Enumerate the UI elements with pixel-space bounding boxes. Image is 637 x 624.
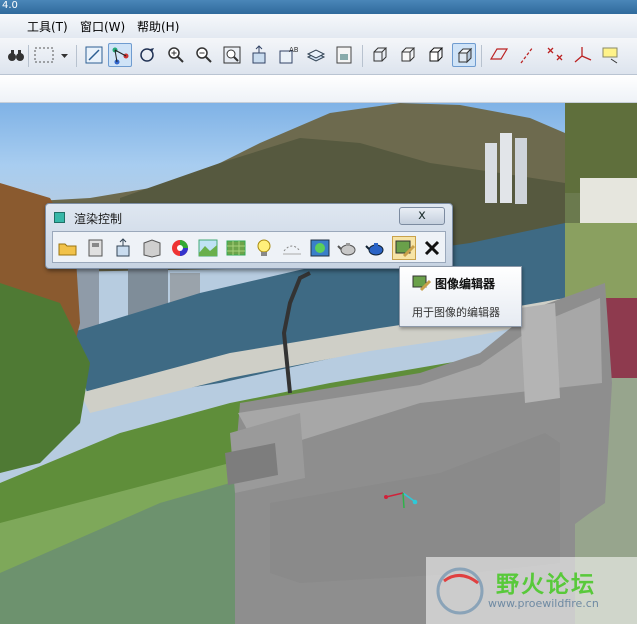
image-editor-icon xyxy=(412,274,432,295)
wireframe-icon[interactable] xyxy=(368,43,392,67)
tooltip-title: 图像编辑器 xyxy=(435,277,496,291)
watermark-logo-icon xyxy=(436,567,484,615)
scene-icon[interactable] xyxy=(84,236,108,260)
menu-tools[interactable]: 工具(T) xyxy=(27,18,68,35)
menu-window[interactable]: 窗口(W) xyxy=(80,18,125,35)
watermark-text: 野火论坛 xyxy=(496,572,596,598)
zoom-in-icon[interactable] xyxy=(164,43,188,67)
zoom-window-icon[interactable] xyxy=(220,43,244,67)
refit-view-icon[interactable] xyxy=(82,43,106,67)
panel-close-button[interactable]: x xyxy=(399,207,445,225)
watermark-url: www.proewildfire.cn xyxy=(488,597,599,610)
model-viewport[interactable]: 野火论坛 www.proewildfire.cn xyxy=(0,103,637,624)
room-icon[interactable] xyxy=(140,236,164,260)
reorient-icon[interactable] xyxy=(136,43,160,67)
texture-map-icon[interactable] xyxy=(224,236,248,260)
image-editor-tooltip: 图像编辑器 用于图像的编辑器 xyxy=(399,266,522,327)
svg-text:AB: AB xyxy=(289,46,298,54)
menu-help[interactable]: 帮助(H) xyxy=(137,18,179,35)
image-editor-icon[interactable] xyxy=(392,236,416,260)
annotation-icon[interactable] xyxy=(599,43,623,67)
open-folder-icon[interactable] xyxy=(56,236,80,260)
datum-plane-icon[interactable] xyxy=(487,43,511,67)
window-title: 4.0 xyxy=(2,0,18,11)
zoom-out-icon[interactable] xyxy=(192,43,216,67)
datum-axis-icon[interactable] xyxy=(515,43,539,67)
coordinate-system-icon[interactable] xyxy=(571,43,595,67)
selection-box-icon[interactable] xyxy=(31,43,59,67)
panel-title: 渲染控制 xyxy=(74,212,123,226)
import-icon[interactable] xyxy=(112,236,136,260)
render-tools-bar xyxy=(52,231,446,263)
menu-bar: 工具(T) 窗口(W) 帮助(H) xyxy=(0,14,637,39)
binoculars-icon[interactable] xyxy=(4,43,28,67)
light-bulb-icon[interactable] xyxy=(252,236,276,260)
hidden-line-icon[interactable] xyxy=(396,43,420,67)
render-control-panel: 渲染控制 x xyxy=(45,203,453,269)
no-hidden-icon[interactable] xyxy=(424,43,448,67)
effects-icon[interactable] xyxy=(308,236,332,260)
background-scene xyxy=(0,103,637,624)
forum-watermark: 野火论坛 www.proewildfire.cn xyxy=(426,557,637,624)
view-manager-icon[interactable] xyxy=(248,43,272,67)
close-x-icon[interactable] xyxy=(420,236,444,260)
teapot-icon[interactable] xyxy=(336,236,360,260)
shading-icon[interactable] xyxy=(452,43,476,67)
blue-teapot-icon[interactable] xyxy=(364,236,388,260)
datum-point-icon[interactable] xyxy=(543,43,567,67)
fog-icon[interactable] xyxy=(280,236,304,260)
landscape-icon[interactable] xyxy=(196,236,220,260)
tooltip-description: 用于图像的编辑器 xyxy=(412,306,500,319)
main-toolbar: AB xyxy=(0,38,637,75)
title-bar: 4.0 xyxy=(0,0,637,14)
panel-window-icon xyxy=(54,212,65,223)
status-strip xyxy=(0,75,637,103)
dropdown-arrow-icon[interactable] xyxy=(58,43,70,67)
saved-views-icon[interactable]: AB xyxy=(276,43,300,67)
save-view-icon[interactable] xyxy=(332,43,356,67)
spin-center-icon[interactable] xyxy=(108,43,132,67)
color-wheel-icon[interactable] xyxy=(168,236,192,260)
layers-icon[interactable] xyxy=(304,43,328,67)
